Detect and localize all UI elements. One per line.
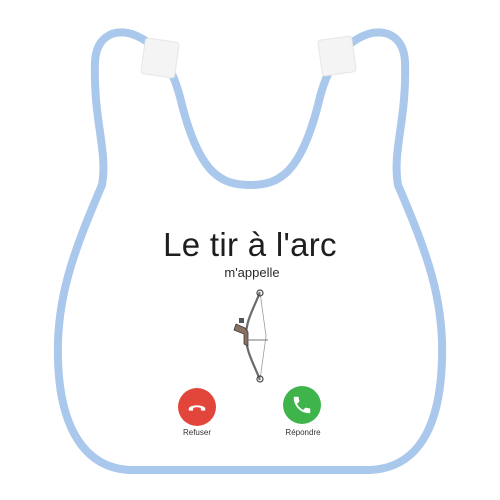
left-velcro-tab: [140, 37, 180, 79]
decline-label: Refuser: [182, 428, 211, 437]
phone-hangup-icon: [188, 405, 206, 411]
decline-call-button: [178, 388, 216, 426]
phone-icon: [293, 396, 311, 414]
product-image: Le tir à l'arc m'appelle Refuser Répondr…: [0, 0, 500, 500]
print-title: Le tir à l'arc: [163, 226, 337, 263]
accept-call-button: [283, 386, 321, 424]
right-velcro-tab: [317, 35, 357, 77]
accept-label: Répondre: [285, 428, 321, 437]
print-subtitle: m'appelle: [224, 265, 280, 280]
compound-bow-icon: [233, 289, 268, 383]
